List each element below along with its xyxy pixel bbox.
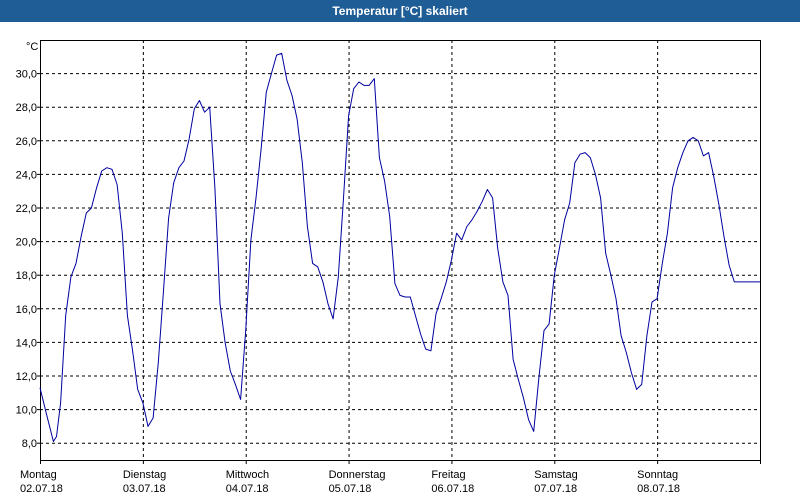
temperature-chart: °C 8,0 10,0 12,0 14,0 16,0 18,0 20,0 22,0 24,0 26… [16, 40, 761, 495]
y-tick-label: 20,0 [16, 237, 37, 249]
x-tick-label-day: Sonntag [637, 469, 678, 481]
x-tick-label-date: 07.07.18 [534, 483, 577, 495]
y-tick-label: 14,0 [16, 337, 37, 349]
x-tick-labels: Montag 02.07.18 Dienstag 03.07.18 Mittwoch 04… [20, 469, 680, 495]
y-tick-label: 18,0 [16, 270, 37, 282]
y-tick-label: 10,0 [16, 405, 37, 417]
y-tick-label: 30,0 [16, 69, 37, 81]
x-tick-label-date: 06.07.18 [431, 483, 474, 495]
x-tick-label-day: Mittwoch [226, 469, 269, 481]
x-tick-label-date: 02.07.18 [20, 483, 63, 495]
axes [37, 40, 761, 464]
plot-frame [40, 40, 761, 461]
chart-title: Temperatur [°C] skaliert [0, 0, 800, 22]
x-tick-label-day: Donnerstag [329, 469, 386, 481]
y-tick-label: 22,0 [16, 203, 37, 215]
x-tick-label-date: 08.07.18 [637, 483, 680, 495]
grid [40, 40, 760, 460]
chart-area: °C 8,0 10,0 12,0 14,0 16,0 18,0 20,0 22,0 24,0 26… [0, 22, 800, 500]
y-axis-unit: °C [26, 41, 38, 53]
x-tick-label-date: 03.07.18 [123, 483, 166, 495]
y-tick-label: 26,0 [16, 136, 37, 148]
y-tick-labels: 8,0 10,0 12,0 14,0 16,0 18,0 20,0 22,0 24,0 26,0 2… [16, 69, 37, 451]
x-tick-label-day: Montag [20, 469, 57, 481]
x-tick-label-day: Dienstag [123, 469, 166, 481]
y-tick-label: 28,0 [16, 102, 37, 114]
y-tick-label: 24,0 [16, 169, 37, 181]
y-tick-label: 12,0 [16, 371, 37, 383]
x-tick-label-day: Samstag [534, 469, 577, 481]
x-tick-label-date: 05.07.18 [329, 483, 372, 495]
temperature-series-line [39, 52, 760, 442]
x-tick-label-date: 04.07.18 [226, 483, 269, 495]
x-tick-label-day: Freitag [431, 469, 465, 481]
series [39, 52, 760, 442]
y-tick-label: 16,0 [16, 304, 37, 316]
y-tick-label: 8,0 [22, 438, 37, 450]
